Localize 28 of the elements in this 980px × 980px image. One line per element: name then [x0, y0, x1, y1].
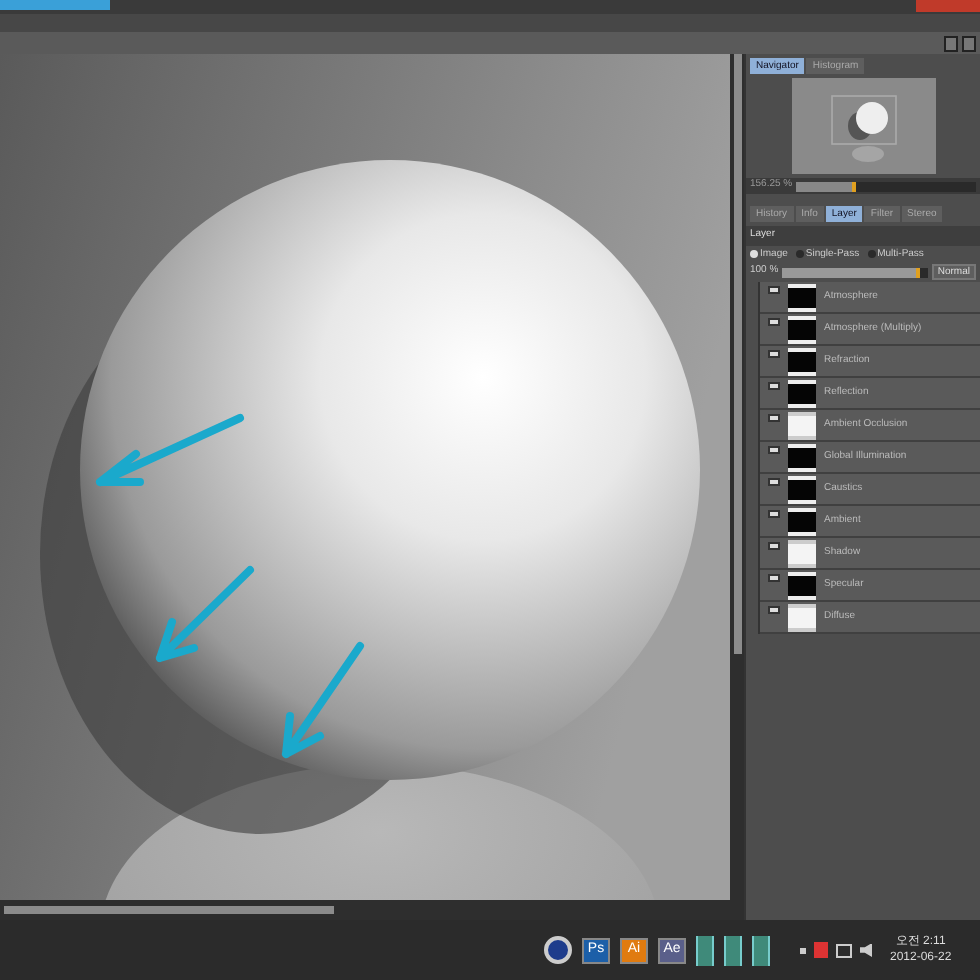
book-icon[interactable] [752, 935, 770, 965]
speaker-icon[interactable] [860, 943, 872, 957]
eye-icon[interactable] [768, 350, 780, 358]
network-icon[interactable] [836, 943, 852, 957]
arrow-drawing [282, 642, 364, 758]
eye-icon[interactable] [768, 414, 780, 422]
book-icon[interactable] [724, 935, 742, 965]
progress-strip [0, 0, 110, 10]
show-hidden-icons[interactable] [800, 947, 806, 953]
radio-button[interactable] [867, 250, 876, 259]
radio-button[interactable] [750, 250, 758, 259]
eye-icon[interactable] [768, 478, 780, 486]
eye-icon[interactable] [768, 606, 780, 614]
horizontal-scrollbar[interactable] [0, 900, 744, 920]
eye-icon[interactable] [768, 318, 780, 326]
eye-icon[interactable] [768, 446, 780, 454]
app-logo-icon[interactable] [544, 936, 572, 964]
eye-icon[interactable] [768, 542, 780, 550]
eye-icon[interactable] [768, 382, 780, 390]
radio-button[interactable] [795, 250, 804, 259]
vertical-scrollbar[interactable] [730, 54, 744, 900]
eye-icon[interactable] [768, 510, 780, 518]
navigator-preview-drawing[interactable] [791, 78, 935, 174]
eye-icon[interactable] [768, 286, 780, 294]
zoom-slider[interactable] [796, 181, 976, 191]
arrow-drawing [156, 566, 254, 662]
eye-icon[interactable] [768, 574, 780, 582]
book-icon[interactable] [696, 935, 714, 965]
